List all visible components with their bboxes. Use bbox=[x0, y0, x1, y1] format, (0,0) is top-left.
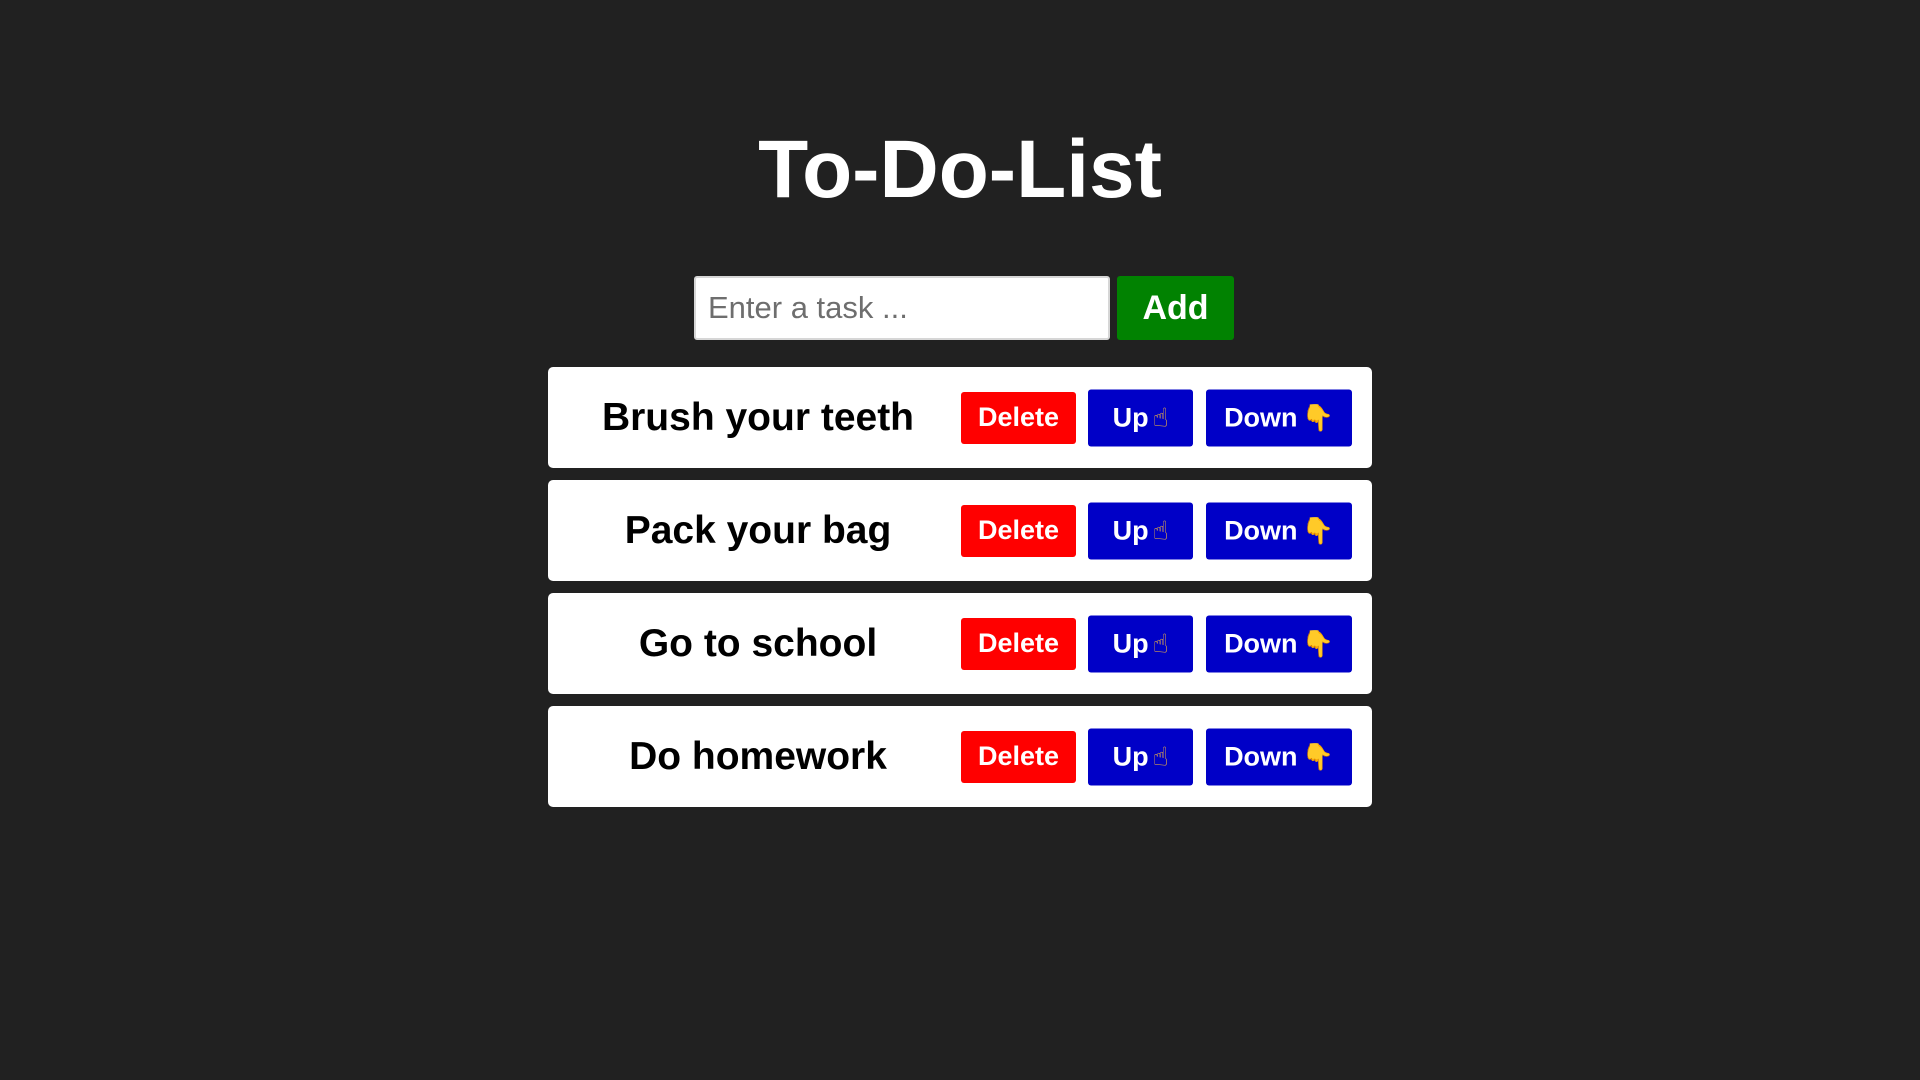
todo-app: To-Do-List Add Brush your teeth Delete U… bbox=[0, 0, 1920, 1080]
delete-button-label: Delete bbox=[977, 741, 1060, 771]
move-down-button[interactable]: Down 👇 bbox=[1206, 502, 1352, 559]
task-item: Do homework Delete Up ☝ Down 👇 bbox=[548, 706, 1372, 807]
task-input[interactable] bbox=[694, 276, 1110, 340]
delete-button-label: Delete bbox=[977, 402, 1060, 432]
move-down-button[interactable]: Down 👇 bbox=[1206, 389, 1352, 446]
delete-button-label: Delete bbox=[977, 628, 1060, 658]
move-down-button[interactable]: Down 👇 bbox=[1206, 728, 1352, 785]
pointing-up-icon: ☝ bbox=[1152, 402, 1169, 433]
up-button-label: Up bbox=[1112, 515, 1149, 545]
move-up-button[interactable]: Up ☝ bbox=[1088, 728, 1193, 785]
down-button-label: Down bbox=[1224, 402, 1298, 432]
task-item: Go to school Delete Up ☝ Down 👇 bbox=[548, 593, 1372, 694]
up-button-label: Up bbox=[1112, 741, 1149, 771]
move-up-button[interactable]: Up ☝ bbox=[1088, 615, 1193, 672]
pointing-down-icon: 👇 bbox=[1301, 402, 1334, 433]
add-button[interactable]: Add bbox=[1117, 276, 1234, 340]
pointing-up-icon: ☝ bbox=[1152, 741, 1169, 772]
task-text: Brush your teeth bbox=[601, 395, 915, 439]
task-text: Pack your bag bbox=[624, 508, 892, 552]
pointing-up-icon: ☝ bbox=[1152, 628, 1169, 659]
page-title: To-Do-List bbox=[758, 124, 1162, 215]
move-down-button[interactable]: Down 👇 bbox=[1206, 615, 1352, 672]
pointing-down-icon: 👇 bbox=[1301, 515, 1334, 546]
down-button-label: Down bbox=[1224, 628, 1298, 658]
task-text: Go to school bbox=[638, 621, 878, 665]
task-input-row: Add bbox=[694, 276, 1234, 340]
delete-button[interactable]: Delete bbox=[961, 730, 1076, 783]
task-text: Do homework bbox=[629, 734, 887, 778]
pointing-down-icon: 👇 bbox=[1301, 741, 1334, 772]
down-button-label: Down bbox=[1224, 741, 1298, 771]
delete-button-label: Delete bbox=[977, 515, 1060, 545]
task-item: Brush your teeth Delete Up ☝ Down 👇 bbox=[548, 367, 1372, 468]
task-list: Brush your teeth Delete Up ☝ Down 👇 Pack y… bbox=[548, 367, 1372, 819]
delete-button[interactable]: Delete bbox=[961, 617, 1076, 670]
delete-button[interactable]: Delete bbox=[961, 504, 1076, 557]
down-button-label: Down bbox=[1224, 515, 1298, 545]
delete-button[interactable]: Delete bbox=[961, 391, 1076, 444]
pointing-down-icon: 👇 bbox=[1301, 628, 1334, 659]
pointing-up-icon: ☝ bbox=[1152, 515, 1169, 546]
up-button-label: Up bbox=[1112, 628, 1149, 658]
up-button-label: Up bbox=[1112, 402, 1149, 432]
move-up-button[interactable]: Up ☝ bbox=[1088, 389, 1193, 446]
task-item: Pack your bag Delete Up ☝ Down 👇 bbox=[548, 480, 1372, 581]
move-up-button[interactable]: Up ☝ bbox=[1088, 502, 1193, 559]
